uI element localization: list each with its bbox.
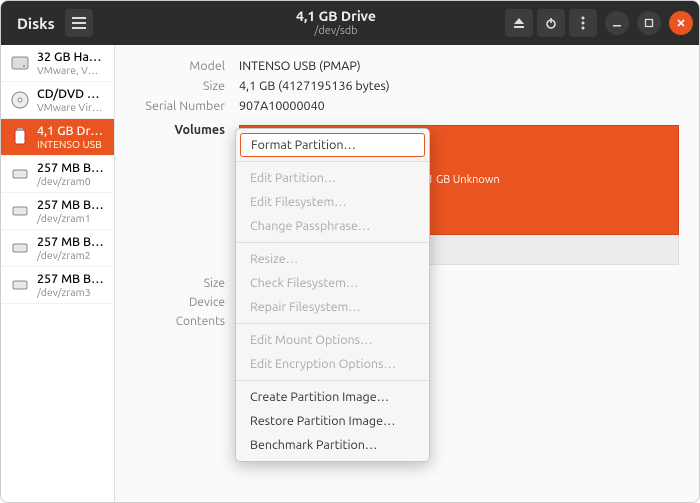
device-name: 257 MB Block Device: [37, 235, 106, 249]
menu-separator: [236, 380, 429, 381]
hamburger-icon: [72, 17, 86, 29]
device-item[interactable]: CD/DVD Drive VMware Virt… CDRW Drive: [1, 82, 114, 119]
value-size: 4,1 GB (4127195136 bytes): [239, 79, 679, 93]
volume-options-menu: Format Partition… Edit Partition…Edit Fil…: [235, 128, 430, 462]
device-item[interactable]: 257 MB Block Device /dev/zram1: [1, 193, 114, 230]
menu-separator: [236, 242, 429, 243]
usb-icon: [9, 126, 31, 148]
drive-title: 4,1 GB Drive: [167, 9, 505, 24]
close-button[interactable]: [669, 11, 693, 35]
maximize-button[interactable]: [637, 11, 661, 35]
blk-icon: [9, 163, 31, 185]
kebab-icon: [581, 16, 585, 30]
drive-info: Model INTENSO USB (PMAP) Size 4,1 GB (41…: [125, 59, 679, 113]
cd-icon: [9, 89, 31, 111]
menu-item: Edit Mount Options…: [236, 328, 429, 352]
drive-menu-button[interactable]: [569, 9, 597, 37]
label-volumes: Volumes: [125, 123, 225, 265]
titlebar: Disks 4,1 GB Drive /dev/sdb: [1, 1, 699, 45]
device-sub: /dev/zram1: [37, 212, 106, 224]
device-sub: INTENSO USB: [37, 138, 106, 150]
device-name: 257 MB Block Device: [37, 198, 106, 212]
blk-icon: [9, 200, 31, 222]
titlebar-left: Disks: [7, 9, 167, 37]
drive-path: /dev/sdb: [167, 25, 505, 37]
app-title: Disks: [17, 15, 55, 32]
power-icon: [545, 17, 557, 29]
device-name: CD/DVD Drive: [37, 87, 106, 101]
label-serial: Serial Number: [125, 99, 225, 113]
device-item[interactable]: 32 GB Hard Disk VMware, VMware Virtual S: [1, 45, 114, 82]
menu-item[interactable]: Create Partition Image…: [236, 385, 429, 409]
label-vsize: Size: [125, 277, 225, 290]
label-vcontents: Contents: [125, 315, 225, 328]
menu-item: Check Filesystem…: [236, 271, 429, 295]
device-sub: /dev/zram3: [37, 286, 106, 298]
device-sub: /dev/zram0: [37, 175, 106, 187]
device-item[interactable]: 4,1 GB Drive INTENSO USB: [1, 119, 114, 156]
minimize-icon: [612, 18, 622, 28]
device-name: 257 MB Block Device: [37, 161, 106, 175]
app-menu-button[interactable]: [65, 9, 93, 37]
menu-item: Resize…: [236, 247, 429, 271]
menu-item: Edit Encryption Options…: [236, 352, 429, 376]
menu-item: Repair Filesystem…: [236, 295, 429, 319]
value-serial: 907A10000040: [239, 99, 679, 113]
titlebar-right: [505, 9, 693, 37]
maximize-icon: [644, 18, 654, 28]
label-vdevice: Device: [125, 296, 225, 309]
menu-item[interactable]: Restore Partition Image…: [236, 409, 429, 433]
value-model: INTENSO USB (PMAP): [239, 59, 679, 73]
menu-separator: [236, 323, 429, 324]
menu-item[interactable]: Benchmark Partition…: [236, 433, 429, 457]
blk-icon: [9, 274, 31, 296]
menu-item: Change Passphrase…: [236, 214, 429, 238]
label-size: Size: [125, 79, 225, 93]
hdd-icon: [9, 52, 31, 74]
device-item[interactable]: 257 MB Block Device /dev/zram2: [1, 230, 114, 267]
close-icon: [676, 18, 686, 28]
eject-button[interactable]: [505, 9, 533, 37]
device-sub: VMware, VMware Virtual S: [37, 64, 106, 76]
eject-icon: [513, 17, 525, 29]
device-sub: /dev/zram2: [37, 249, 106, 261]
menu-separator: [236, 161, 429, 162]
minimize-button[interactable]: [605, 11, 629, 35]
partition-text: 4,1 GB Unknown: [418, 174, 499, 186]
power-button[interactable]: [537, 9, 565, 37]
device-item[interactable]: 257 MB Block Device /dev/zram0: [1, 156, 114, 193]
device-list[interactable]: 32 GB Hard Disk VMware, VMware Virtual S…: [1, 45, 115, 502]
blk-icon: [9, 237, 31, 259]
device-name: 4,1 GB Drive: [37, 124, 106, 138]
label-model: Model: [125, 59, 225, 73]
device-name: 32 GB Hard Disk: [37, 50, 106, 64]
titlebar-center: 4,1 GB Drive /dev/sdb: [167, 9, 505, 36]
device-name: 257 MB Block Device: [37, 272, 106, 286]
menu-item: Edit Filesystem…: [236, 190, 429, 214]
device-sub: VMware Virt… CDRW Drive: [37, 101, 106, 113]
menu-item[interactable]: Format Partition…: [240, 133, 425, 157]
device-item[interactable]: 257 MB Block Device /dev/zram3: [1, 267, 114, 304]
menu-item: Edit Partition…: [236, 166, 429, 190]
